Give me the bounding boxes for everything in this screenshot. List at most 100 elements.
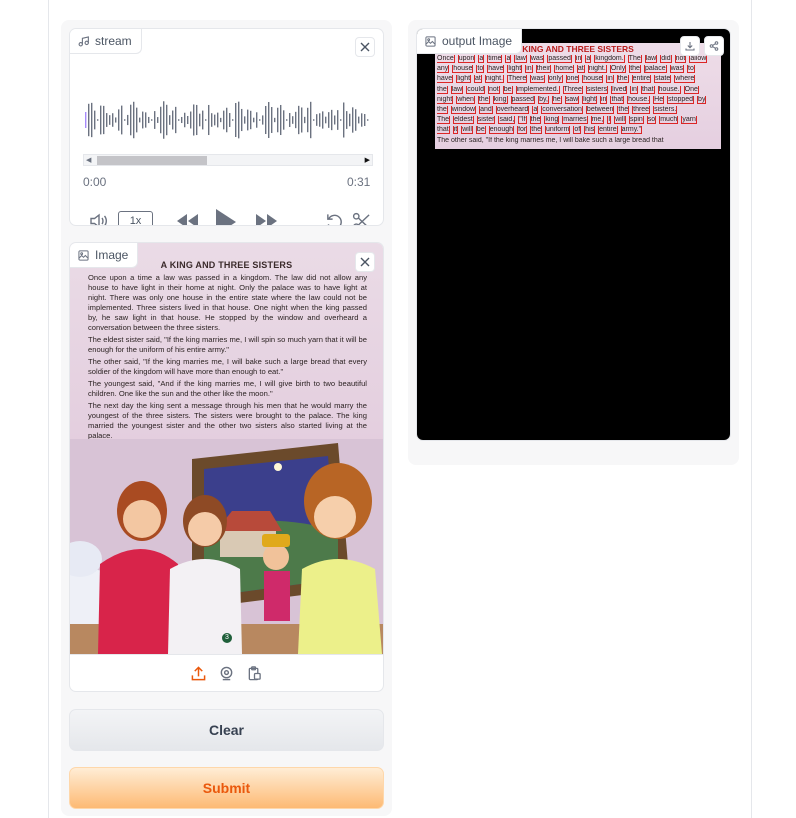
ocr-line: Once upon a time a law was passed in a kingdom. The… xyxy=(437,55,719,63)
waveform-bar xyxy=(316,114,318,126)
ocr-word-box: He xyxy=(653,95,665,104)
waveform-bar xyxy=(166,104,168,136)
waveform-bar xyxy=(220,117,222,123)
clipboard-button[interactable] xyxy=(247,665,263,681)
ocr-word-box: time xyxy=(487,55,503,63)
ocr-word-box: Three xyxy=(562,85,583,94)
ocr-word-box: he xyxy=(551,95,562,104)
waveform-bar xyxy=(202,110,204,130)
ocr-word-box: did xyxy=(660,55,672,63)
waveform-bar xyxy=(286,119,288,121)
ocr-line: night when the king passed by, he saw light in tha… xyxy=(437,95,719,104)
ocr-word-box: light xyxy=(507,65,523,74)
ocr-word-box: law xyxy=(514,55,527,63)
waveform-bar xyxy=(106,113,108,127)
waveform-bar xyxy=(301,107,303,133)
ocr-line: the window and overheard a conversation betwee… xyxy=(437,106,719,114)
undo-icon xyxy=(326,213,342,225)
ocr-word-box: home xyxy=(554,65,574,74)
waveform-bar xyxy=(190,111,192,129)
clear-button[interactable]: Clear xyxy=(69,709,384,751)
ocr-word-box: The xyxy=(627,55,642,63)
waveform-bar xyxy=(130,104,132,136)
waveform-bar xyxy=(211,113,213,127)
ocr-word-box: one xyxy=(565,75,580,84)
ocr-word-box: the xyxy=(616,75,629,84)
webcam-button[interactable] xyxy=(219,665,235,681)
ocr-word-box: in xyxy=(630,85,639,94)
waveform-scrollbar[interactable]: ◀ ▶ xyxy=(83,154,373,166)
rewind-button[interactable] xyxy=(174,210,202,225)
scroll-thumb[interactable] xyxy=(97,156,207,165)
ocr-word-box: the xyxy=(629,65,641,74)
ocr-word-box: where xyxy=(674,75,696,84)
waveform-bar xyxy=(199,113,201,127)
ocr-word-box: The other said, "If the king marries me,… xyxy=(437,136,664,144)
ocr-word-box: passed xyxy=(510,95,536,104)
ocr-word-box: night xyxy=(437,95,454,104)
output-label-text: output Image xyxy=(442,34,513,48)
waveform-bar xyxy=(154,111,156,129)
ocr-word-box: his xyxy=(584,126,596,135)
waveform-bar xyxy=(94,110,96,130)
scroll-right-icon[interactable]: ▶ xyxy=(365,156,370,164)
ocr-word-box: marries xyxy=(562,116,588,125)
waveform-bar xyxy=(157,117,159,123)
ocr-word-box: eldest xyxy=(453,116,474,125)
waveform-bar xyxy=(298,105,300,135)
page-number: 3 xyxy=(222,633,232,643)
input-image-card: A KING AND THREE SISTERS Once upon a tim… xyxy=(69,242,384,692)
waveform-bar xyxy=(256,112,258,128)
submit-button[interactable]: Submit xyxy=(69,767,384,809)
waveform-bar xyxy=(112,113,114,127)
ocr-line: The eldest sister said, "If the king marries me,… xyxy=(437,116,719,125)
ocr-word-box: that xyxy=(437,126,450,135)
trim-button[interactable] xyxy=(350,211,372,225)
ocr-word-box: a xyxy=(585,55,592,63)
waveform-bar xyxy=(241,108,243,132)
image-icon xyxy=(78,249,89,261)
play-button[interactable] xyxy=(213,207,239,225)
ocr-word-box: at xyxy=(576,65,585,74)
waveform-bar xyxy=(196,104,198,136)
story-paragraph: The eldest sister said, "If the king mar… xyxy=(88,335,367,354)
share-button[interactable] xyxy=(704,36,724,56)
playback-rate-button[interactable]: 1x xyxy=(118,211,153,225)
ocr-word-box: their xyxy=(535,65,552,74)
waveform-bar xyxy=(235,103,237,137)
download-button[interactable] xyxy=(680,36,700,56)
scroll-left-icon[interactable]: ◀ xyxy=(86,156,91,164)
ocr-word-box: king xyxy=(492,95,508,104)
waveform-bar xyxy=(193,104,195,136)
music-note-icon xyxy=(78,35,89,46)
ocr-word-box: will xyxy=(614,116,626,125)
ocr-line: The other said, "If the king marries me,… xyxy=(437,137,719,145)
waveform-bar xyxy=(151,119,153,121)
audio-clear-button[interactable] xyxy=(355,37,375,57)
waveform-bar xyxy=(340,119,342,121)
waveform-bar xyxy=(139,117,141,123)
play-icon xyxy=(216,209,236,225)
waveform-bar xyxy=(175,106,177,134)
ocr-result-page: KING AND THREE SISTERS Once upon a time a law… xyxy=(435,43,721,149)
waveform-bar xyxy=(346,111,348,129)
reset-button[interactable] xyxy=(323,211,345,225)
download-icon xyxy=(685,42,695,51)
story-paragraph: The youngest said, "And if the king marr… xyxy=(88,379,367,398)
waveform-bar xyxy=(115,117,117,123)
waveform-bar xyxy=(244,116,246,124)
ocr-word-box: king xyxy=(544,116,560,125)
image-clear-button[interactable] xyxy=(355,252,375,272)
audio-label: stream xyxy=(70,29,142,54)
waveform-bar xyxy=(331,109,333,131)
upload-button[interactable] xyxy=(191,665,207,681)
ocr-word-box: so xyxy=(646,116,657,125)
fast-forward-button[interactable] xyxy=(252,210,280,225)
ocr-word-box: night. xyxy=(587,65,607,74)
waveform-bar xyxy=(250,110,252,130)
ocr-word-box: I xyxy=(607,116,612,125)
waveform[interactable] xyxy=(83,95,370,145)
waveform-bar xyxy=(181,116,183,124)
volume-button[interactable] xyxy=(88,212,110,225)
ocr-word-box: much xyxy=(659,116,679,125)
